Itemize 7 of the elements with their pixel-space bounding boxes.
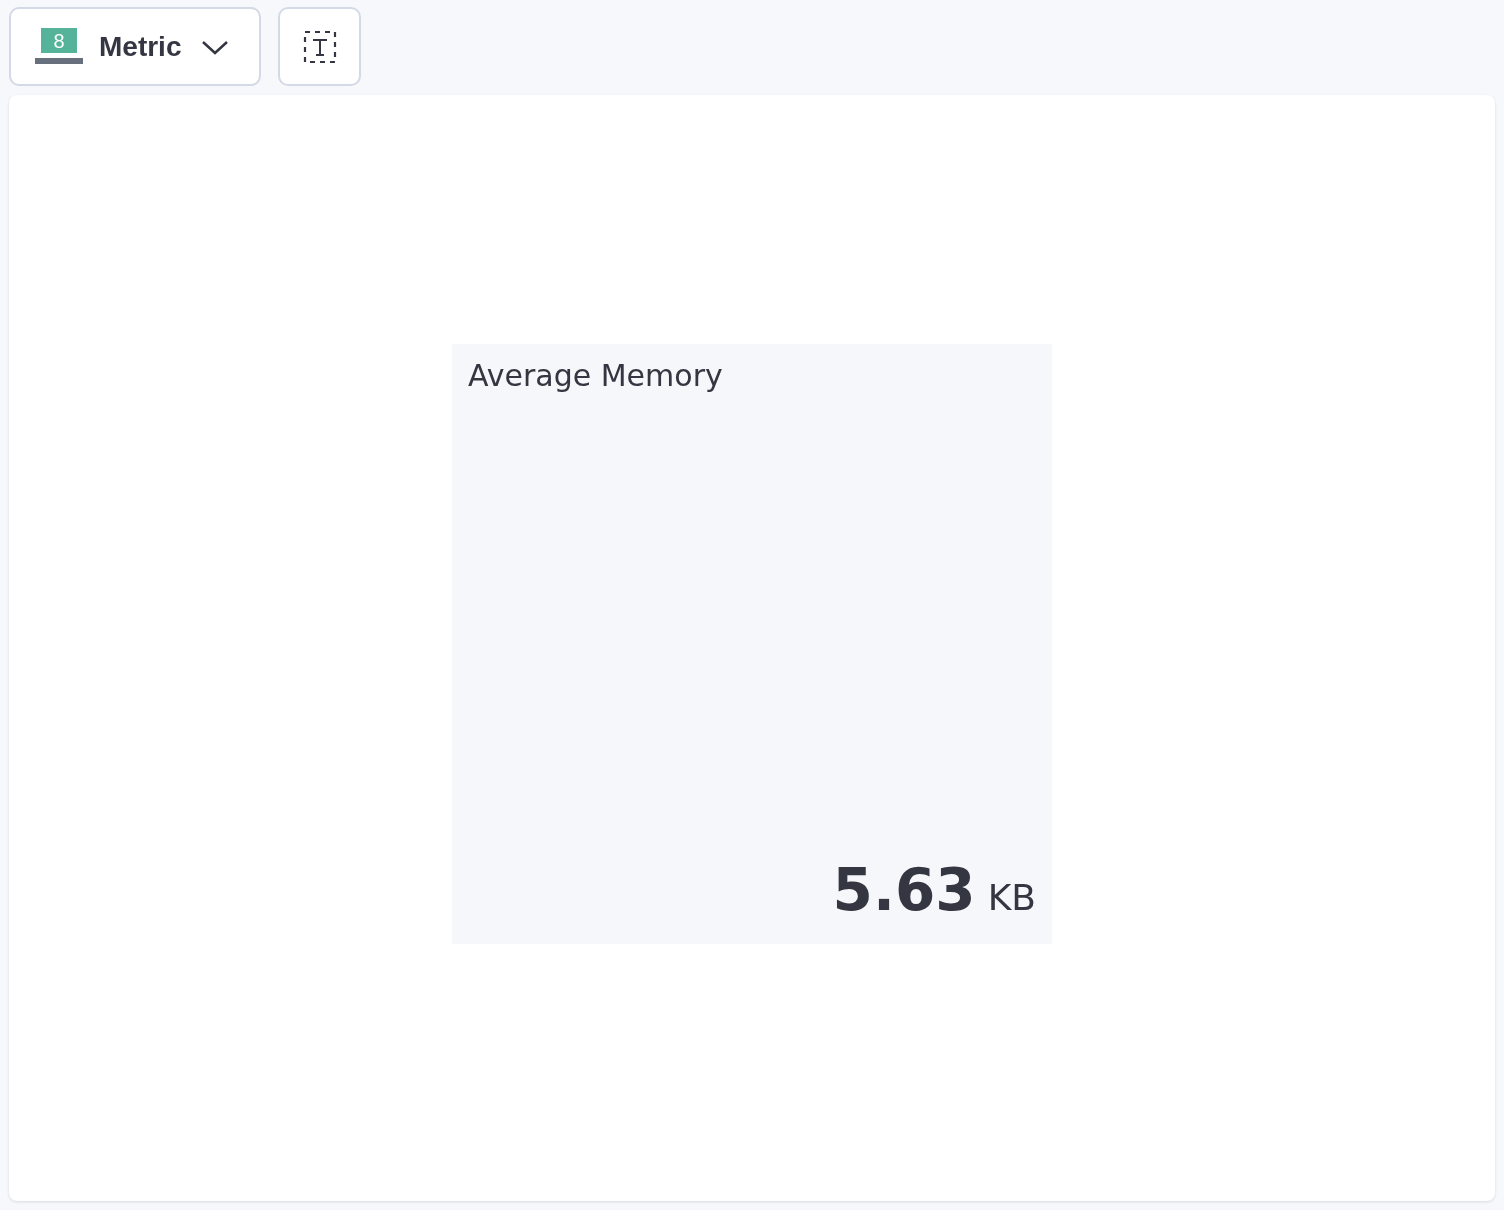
chevron-down-icon (201, 38, 230, 55)
text-tool-button[interactable] (278, 7, 361, 86)
metric-title: Average Memory (468, 358, 724, 393)
text-select-icon (302, 29, 337, 64)
metric-unit: KB (987, 877, 1036, 918)
chart-type-dropdown[interactable]: 8 Metric (9, 7, 261, 86)
metric-value: 5.63 (832, 856, 976, 924)
